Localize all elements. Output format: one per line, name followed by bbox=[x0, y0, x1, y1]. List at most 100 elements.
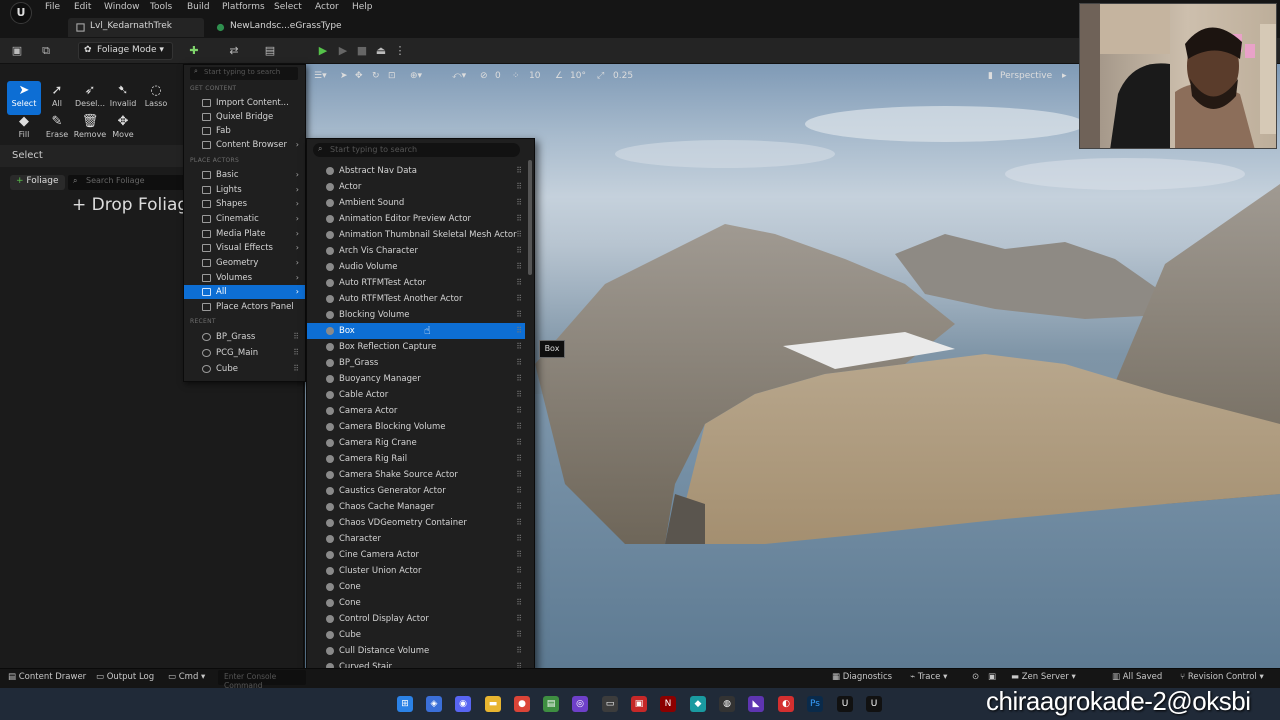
menu-recent-pcg-main[interactable]: PCG_Main ⠿ bbox=[184, 346, 305, 360]
actor-class-item[interactable]: Blocking Volume ⠿ bbox=[307, 307, 525, 323]
menu-tools[interactable]: Tools bbox=[150, 2, 172, 12]
drag-handle-icon[interactable]: ⠿ bbox=[516, 563, 522, 579]
drag-handle-icon[interactable]: ⠿ bbox=[516, 163, 522, 179]
content-icon[interactable]: ⧉ bbox=[38, 43, 54, 59]
store-icon[interactable]: ◈ bbox=[426, 696, 442, 712]
actor-class-item[interactable]: Arch Vis Character ⠿ bbox=[307, 243, 525, 259]
menu-quixel-bridge[interactable]: Quixel Bridge bbox=[184, 110, 305, 124]
move-count[interactable]: 0 bbox=[495, 71, 501, 81]
tool-deselect[interactable]: ➶ Desel... bbox=[73, 81, 107, 115]
grid-snap-icon[interactable]: ⊘ bbox=[480, 71, 488, 81]
actor-class-item[interactable]: Animation Editor Preview Actor ⠿ bbox=[307, 211, 525, 227]
drag-handle-icon[interactable]: ⠿ bbox=[516, 499, 522, 515]
menu-lights[interactable]: Lights › bbox=[184, 183, 305, 197]
surface-snap-icon[interactable]: ⤺▾ bbox=[452, 71, 466, 81]
actor-class-item[interactable]: Character ⠿ bbox=[307, 531, 525, 547]
record-icon[interactable]: ⊙ bbox=[972, 672, 979, 682]
davinci-icon[interactable]: ◐ bbox=[778, 696, 794, 712]
actor-class-item[interactable]: Chaos Cache Manager ⠿ bbox=[307, 499, 525, 515]
all-saved-button[interactable]: ▥ All Saved bbox=[1112, 672, 1162, 682]
menu-window[interactable]: Window bbox=[104, 2, 140, 12]
drag-handle-icon[interactable]: ⠿ bbox=[516, 451, 522, 467]
actor-class-item[interactable]: Auto RTFMTest Another Actor ⠿ bbox=[307, 291, 525, 307]
scale-icon[interactable]: ⊡ bbox=[388, 71, 396, 81]
world-space-icon[interactable]: ⊕▾ bbox=[410, 71, 422, 81]
drag-handle-icon[interactable]: ⠿ bbox=[516, 611, 522, 627]
rotation-snap-value[interactable]: 10° bbox=[570, 71, 586, 81]
cinematics-icon[interactable]: ▤ bbox=[262, 43, 278, 59]
drag-handle-icon[interactable]: ⠿ bbox=[516, 531, 522, 547]
menu-content-browser[interactable]: Content Browser › bbox=[184, 138, 305, 152]
unreal-engine-icon[interactable]: U bbox=[837, 696, 853, 712]
terminal-icon[interactable]: ▭ bbox=[602, 696, 618, 712]
drag-handle-icon[interactable]: ⠿ bbox=[516, 579, 522, 595]
viewport-menu-icon[interactable]: ☰▾ bbox=[314, 71, 327, 81]
app-icon[interactable]: ◆ bbox=[690, 696, 706, 712]
actor-class-item[interactable]: BP_Grass ⠿ bbox=[307, 355, 525, 371]
content-drawer-button[interactable]: ▤ Content Drawer bbox=[8, 672, 86, 682]
menu-recent-bp-grass[interactable]: BP_Grass ⠿ bbox=[184, 330, 305, 344]
grid-snap-value[interactable]: 10 bbox=[529, 71, 540, 81]
drop-foliage-zone[interactable]: + Drop Foliage bbox=[72, 195, 199, 215]
rotate-icon[interactable]: ↻ bbox=[372, 71, 380, 81]
tool-erase[interactable]: ✎ Erase bbox=[40, 112, 74, 146]
drag-handle-icon[interactable]: ⠿ bbox=[516, 403, 522, 419]
drag-handle-icon[interactable]: ⠿ bbox=[516, 483, 522, 499]
add-foliage-button[interactable]: + Foliage bbox=[10, 175, 65, 190]
actor-class-item[interactable]: Ambient Sound ⠿ bbox=[307, 195, 525, 211]
menu-visual-effects[interactable]: Visual Effects › bbox=[184, 241, 305, 255]
actor-class-item[interactable]: Control Display Actor ⠿ bbox=[307, 611, 525, 627]
actor-class-item[interactable]: Camera Actor ⠿ bbox=[307, 403, 525, 419]
menu-basic[interactable]: Basic › bbox=[184, 168, 305, 182]
trace-dropdown[interactable]: ⌁ Trace ▾ bbox=[910, 672, 947, 682]
drag-handle-icon[interactable]: ⠿ bbox=[516, 323, 522, 339]
github-icon[interactable]: ◎ bbox=[572, 696, 588, 712]
actor-class-item[interactable]: Cine Camera Actor ⠿ bbox=[307, 547, 525, 563]
actor-class-item[interactable]: Cull Distance Volume ⠿ bbox=[307, 643, 525, 659]
actor-class-item[interactable]: Camera Rig Rail ⠿ bbox=[307, 451, 525, 467]
netflix-icon[interactable]: N bbox=[660, 696, 676, 712]
actor-class-item[interactable]: Cone ⠿ bbox=[307, 595, 525, 611]
menu-recent-cube[interactable]: Cube ⠿ bbox=[184, 362, 305, 376]
drag-handle-icon[interactable]: ⠿ bbox=[516, 467, 522, 483]
output-log-button[interactable]: ▭ Output Log bbox=[96, 672, 154, 682]
add-actor-icon[interactable]: ✚ bbox=[186, 43, 202, 59]
tool-select[interactable]: ➤ Select bbox=[7, 81, 41, 115]
menu-build[interactable]: Build bbox=[187, 2, 210, 12]
tab-level[interactable]: Lvl_KedarnathTrek bbox=[68, 18, 204, 37]
menu-help[interactable]: Help bbox=[352, 2, 373, 12]
drag-handle-icon[interactable]: ⠿ bbox=[516, 291, 522, 307]
actor-class-item[interactable]: Chaos VDGeometry Container ⠿ bbox=[307, 515, 525, 531]
unreal-logo-icon[interactable]: U bbox=[10, 2, 32, 24]
actor-class-item[interactable]: Box Reflection Capture ⠿ bbox=[307, 339, 525, 355]
add-menu-search-input[interactable]: ⌕ Start typing to search bbox=[190, 67, 298, 80]
tool-remove[interactable]: 🗑 Remove bbox=[73, 112, 107, 146]
view-mode-dropdown[interactable]: Perspective bbox=[1000, 71, 1052, 81]
menu-geometry[interactable]: Geometry › bbox=[184, 256, 305, 270]
drag-handle-icon[interactable]: ⠿ bbox=[516, 627, 522, 643]
actor-class-item[interactable]: Cone ⠿ bbox=[307, 579, 525, 595]
visual-studio-icon[interactable]: ◣ bbox=[748, 696, 764, 712]
drag-handle-icon[interactable]: ⠿ bbox=[293, 330, 299, 344]
menu-platforms[interactable]: Platforms bbox=[222, 2, 265, 12]
obs-icon[interactable]: ◍ bbox=[719, 696, 735, 712]
scale-snap-value[interactable]: 0.25 bbox=[613, 71, 633, 81]
translate-icon[interactable]: ✥ bbox=[355, 71, 363, 81]
stop-icon[interactable]: ■ bbox=[354, 43, 370, 59]
photoshop-icon[interactable]: Ps bbox=[807, 696, 823, 712]
zen-server-dropdown[interactable]: ▬ Zen Server ▾ bbox=[1011, 672, 1076, 682]
menu-import-content[interactable]: Import Content... bbox=[184, 96, 305, 110]
rotation-snap-icon[interactable]: ∠ bbox=[555, 71, 563, 81]
actor-class-item[interactable]: Box ⠿ bbox=[307, 323, 525, 339]
drag-handle-icon[interactable]: ⠿ bbox=[516, 419, 522, 435]
drag-handle-icon[interactable]: ⠿ bbox=[516, 547, 522, 563]
file-explorer-icon[interactable]: ▬ bbox=[485, 696, 501, 712]
tool-move[interactable]: ✥ Move bbox=[106, 112, 140, 146]
tool-invalid[interactable]: ➷ Invalid bbox=[106, 81, 140, 115]
actor-class-item[interactable]: Abstract Nav Data ⠿ bbox=[307, 163, 525, 179]
actor-class-item[interactable]: Caustics Generator Actor ⠿ bbox=[307, 483, 525, 499]
save-icon[interactable]: ▣ bbox=[9, 43, 25, 59]
drag-handle-icon[interactable]: ⠿ bbox=[516, 643, 522, 659]
actor-class-item[interactable]: Cluster Union Actor ⠿ bbox=[307, 563, 525, 579]
menu-file[interactable]: File bbox=[45, 2, 60, 12]
